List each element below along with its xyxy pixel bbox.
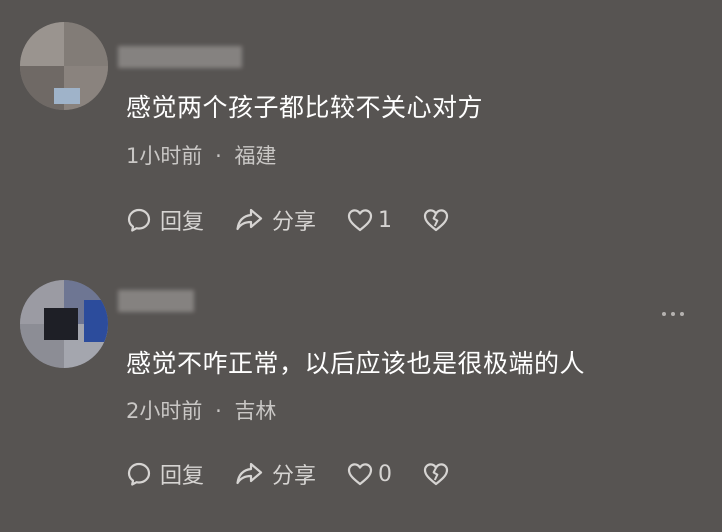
reply-button[interactable]: 回复 [126,458,204,490]
comment-time: 1小时前 [126,144,203,168]
avatar[interactable] [20,280,108,368]
comment-location: 福建 [234,144,277,168]
username[interactable] [118,46,242,68]
share-label: 分享 [272,464,317,489]
username[interactable] [118,290,194,312]
share-button[interactable]: 分享 [234,458,316,490]
dislike-icon [422,461,450,487]
share-icon [234,207,264,233]
more-icon [662,312,684,316]
like-icon [346,207,374,233]
like-button[interactable]: 1 [346,207,392,233]
like-button[interactable]: 0 [346,461,392,487]
reply-button[interactable]: 回复 [126,204,204,236]
share-button[interactable]: 分享 [234,204,316,236]
comment-time: 2小时前 [126,399,203,423]
comment-actions: 回复 分享 0 [126,456,450,492]
dislike-icon [422,207,450,233]
reply-label: 回复 [160,210,205,235]
dislike-button[interactable] [422,207,450,233]
like-count: 1 [378,207,393,233]
more-options-button[interactable] [656,306,690,322]
like-icon [346,461,374,487]
meta-separator: · [215,144,222,168]
comment-text: 感觉两个孩子都比较不关心对方 [126,93,484,122]
share-label: 分享 [272,210,317,235]
comment-item: 感觉不咋正常，以后应该也是很极端的人 2小时前 · 吉林 回复 分享 0 [0,260,722,532]
comment-actions: 回复 分享 1 [126,202,450,238]
like-count: 0 [378,461,393,487]
share-icon [234,461,264,487]
dislike-button[interactable] [422,461,450,487]
reply-label: 回复 [160,464,205,489]
avatar[interactable] [20,22,108,110]
comment-text: 感觉不咋正常，以后应该也是很极端的人 [126,349,586,378]
comment-meta: 1小时前 · 福建 [126,140,276,170]
reply-icon [126,461,152,487]
comment-meta: 2小时前 · 吉林 [126,395,276,425]
comment-item: 感觉两个孩子都比较不关心对方 1小时前 · 福建 回复 分享 1 [0,0,722,260]
comment-location: 吉林 [234,399,277,423]
reply-icon [126,207,152,233]
meta-separator: · [215,399,222,423]
